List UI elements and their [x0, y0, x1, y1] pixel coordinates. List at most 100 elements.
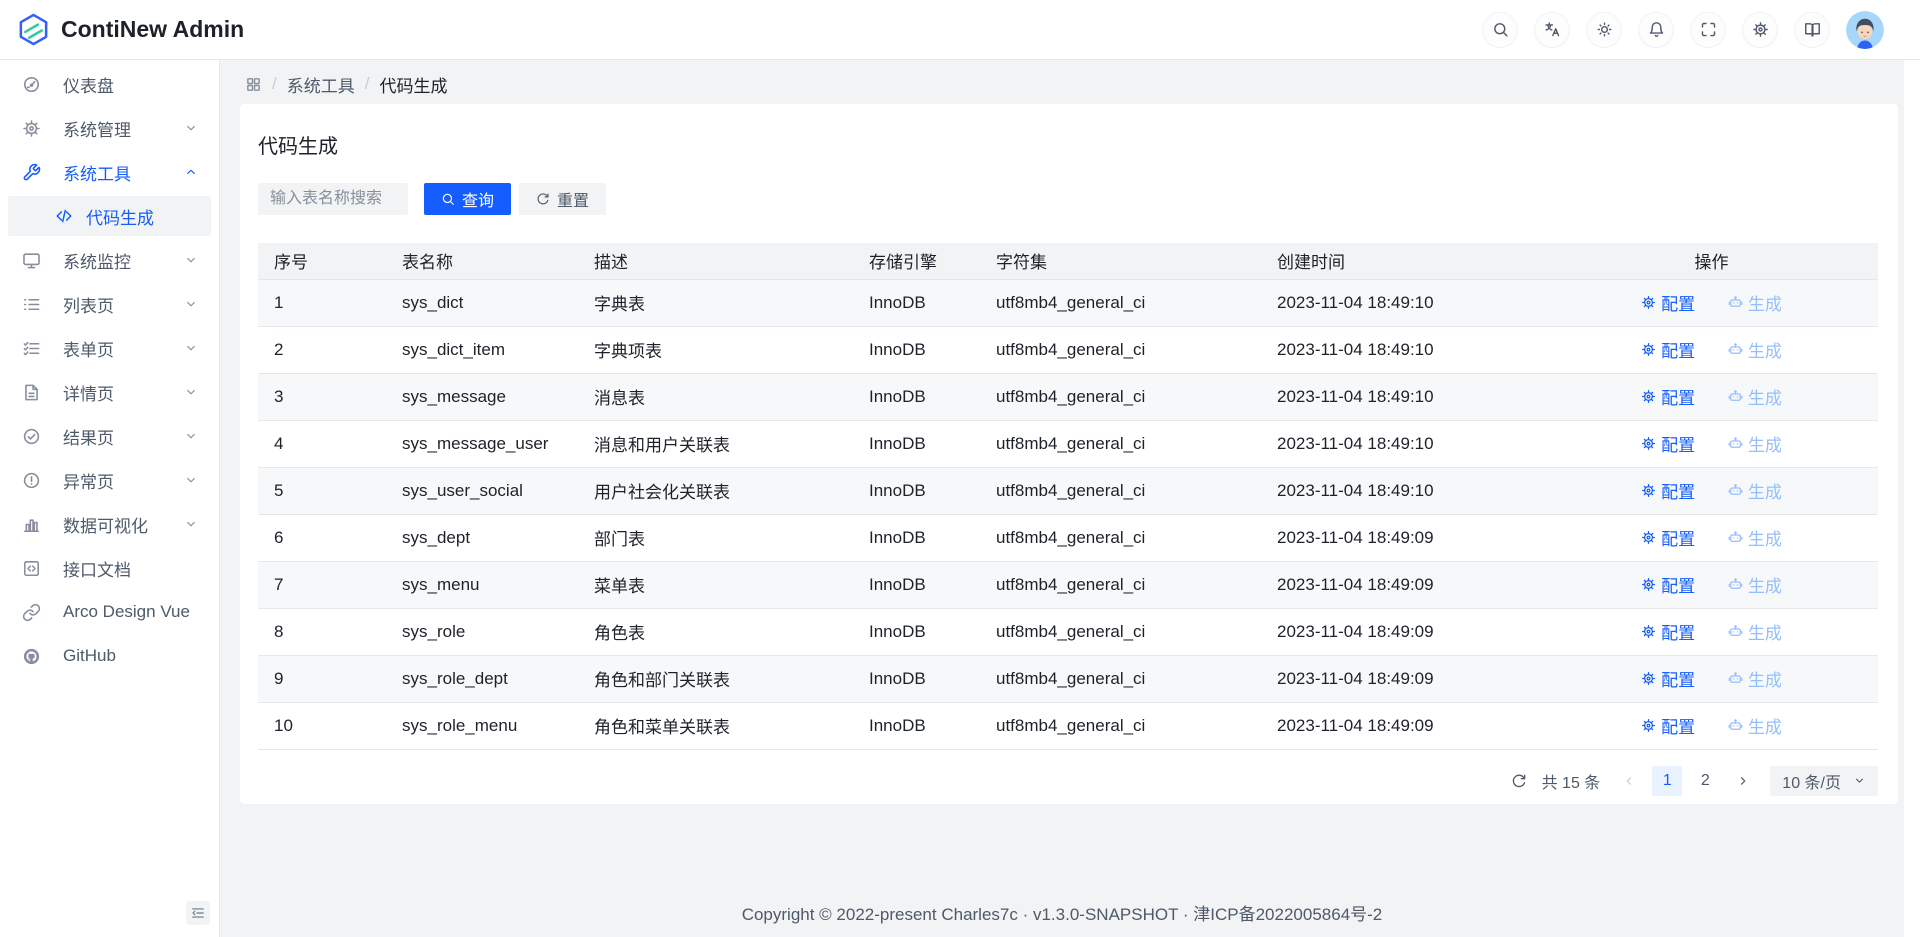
sidebar-item-result-page[interactable]: 结果页	[8, 416, 211, 456]
generate-button[interactable]: 生成	[1728, 713, 1782, 738]
cell-actions: 配置 生成	[1545, 279, 1878, 326]
cell-engine: InnoDB	[853, 326, 980, 373]
cell-actions: 配置 生成	[1545, 514, 1878, 561]
search-button[interactable]	[1482, 12, 1518, 48]
docs-button[interactable]	[1794, 12, 1830, 48]
page-scrollbar-track[interactable]	[1904, 60, 1920, 937]
sidebar-item-exception-page[interactable]: 异常页	[8, 460, 211, 500]
config-button[interactable]: 配置	[1641, 478, 1695, 503]
table-header-row: 序号 表名称 描述 存储引擎 字符集 创建时间 操作	[258, 243, 1878, 279]
prev-page-button[interactable]	[1614, 766, 1644, 796]
fullscreen-button[interactable]	[1690, 12, 1726, 48]
robot-icon	[1728, 624, 1743, 639]
robot-icon	[1728, 389, 1743, 404]
sidebar-item-system-tools[interactable]: 系统工具	[8, 152, 211, 192]
sidebar-item-github[interactable]: GitHub	[8, 636, 211, 676]
page-button-1[interactable]: 1	[1652, 766, 1682, 796]
cell-engine: InnoDB	[853, 702, 980, 749]
robot-icon	[1728, 577, 1743, 592]
robot-icon	[1728, 436, 1743, 451]
config-button[interactable]: 配置	[1641, 666, 1695, 691]
cell-index: 1	[258, 279, 386, 326]
breadcrumb-separator: /	[365, 74, 370, 94]
refresh-button[interactable]	[1504, 766, 1534, 796]
breadcrumb-item[interactable]: 系统工具	[287, 72, 355, 97]
config-button[interactable]: 配置	[1641, 713, 1695, 738]
sidebar-item-label: 异常页	[63, 468, 184, 493]
sidebar-item-list-page[interactable]: 列表页	[8, 284, 211, 324]
generate-button[interactable]: 生成	[1728, 619, 1782, 644]
gear-icon	[1641, 530, 1656, 545]
generate-button[interactable]: 生成	[1728, 431, 1782, 456]
sidebar-item-label: 数据可视化	[63, 512, 184, 537]
sidebar-item-code-generation[interactable]: 代码生成	[8, 196, 211, 236]
config-button[interactable]: 配置	[1641, 431, 1695, 456]
sidebar-item-api-docs[interactable]: 接口文档	[8, 548, 211, 588]
page-size-select[interactable]: 10 条/页	[1770, 766, 1878, 796]
generate-button[interactable]: 生成	[1728, 525, 1782, 550]
cell-engine: InnoDB	[853, 373, 980, 420]
collapse-sidebar-button[interactable]	[186, 901, 210, 925]
link-icon	[22, 603, 41, 622]
cell-create-time: 2023-11-04 18:49:10	[1261, 420, 1545, 467]
config-button[interactable]: 配置	[1641, 337, 1695, 362]
reset-button[interactable]: 重置	[519, 183, 606, 215]
code-generation-card: 代码生成 查询 重置 序号 表名称 描述 存储引擎	[240, 104, 1898, 804]
col-header-table-name: 表名称	[386, 243, 578, 279]
footer-copyright: Copyright © 2022-present Charles7c · v1.…	[220, 900, 1904, 925]
generate-button[interactable]: 生成	[1728, 290, 1782, 315]
gear-icon	[1641, 624, 1656, 639]
cell-charset: utf8mb4_general_ci	[980, 608, 1261, 655]
generate-button[interactable]: 生成	[1728, 384, 1782, 409]
generate-button[interactable]: 生成	[1728, 572, 1782, 597]
page-size-value: 10 条/页	[1782, 769, 1841, 793]
generate-button[interactable]: 生成	[1728, 666, 1782, 691]
config-button[interactable]: 配置	[1641, 572, 1695, 597]
config-button[interactable]: 配置	[1641, 619, 1695, 644]
file-icon	[22, 383, 41, 402]
cell-table-name: sys_dict	[386, 279, 578, 326]
gear-icon	[1641, 436, 1656, 451]
cell-actions: 配置 生成	[1545, 655, 1878, 702]
cell-engine: InnoDB	[853, 655, 980, 702]
notifications-button[interactable]	[1638, 12, 1674, 48]
sidebar-item-arco-design-vue[interactable]: Arco Design Vue	[8, 592, 211, 632]
sidebar-item-dashboard[interactable]: 仪表盘	[8, 64, 211, 104]
config-button[interactable]: 配置	[1641, 384, 1695, 409]
next-page-button[interactable]	[1728, 766, 1758, 796]
chevron-down-icon	[184, 253, 198, 267]
cell-table-name: sys_menu	[386, 561, 578, 608]
sidebar-item-detail-page[interactable]: 详情页	[8, 372, 211, 412]
table-row: 9 sys_role_dept 角色和部门关联表 InnoDB utf8mb4_…	[258, 655, 1878, 702]
robot-icon	[1728, 342, 1743, 357]
cell-actions: 配置 生成	[1545, 608, 1878, 655]
generate-button[interactable]: 生成	[1728, 478, 1782, 503]
avatar[interactable]	[1846, 11, 1884, 49]
robot-icon	[1728, 483, 1743, 498]
sidebar-item-system-monitor[interactable]: 系统监控	[8, 240, 211, 280]
cell-create-time: 2023-11-04 18:49:09	[1261, 514, 1545, 561]
settings-button[interactable]	[1742, 12, 1778, 48]
sidebar-item-label: 系统工具	[63, 160, 184, 185]
apps-grid-icon[interactable]	[245, 76, 262, 93]
page-button-2[interactable]: 2	[1690, 766, 1720, 796]
fullscreen-icon	[1700, 21, 1717, 38]
cell-create-time: 2023-11-04 18:49:09	[1261, 561, 1545, 608]
sidebar-item-form-page[interactable]: 表单页	[8, 328, 211, 368]
config-button[interactable]: 配置	[1641, 290, 1695, 315]
config-button[interactable]: 配置	[1641, 525, 1695, 550]
query-button[interactable]: 查询	[424, 183, 511, 215]
cell-create-time: 2023-11-04 18:49:09	[1261, 608, 1545, 655]
cell-table-name: sys_role_dept	[386, 655, 578, 702]
table-name-search-input[interactable]	[258, 183, 408, 215]
sidebar-item-data-visualization[interactable]: 数据可视化	[8, 504, 211, 544]
chevron-left-icon	[1622, 774, 1636, 788]
cell-actions: 配置 生成	[1545, 420, 1878, 467]
wrench-icon	[22, 163, 41, 182]
cell-index: 7	[258, 561, 386, 608]
language-button[interactable]	[1534, 12, 1570, 48]
sidebar-item-system-management[interactable]: 系统管理	[8, 108, 211, 148]
generate-button[interactable]: 生成	[1728, 337, 1782, 362]
theme-toggle-button[interactable]	[1586, 12, 1622, 48]
check-circle-icon	[22, 427, 41, 446]
